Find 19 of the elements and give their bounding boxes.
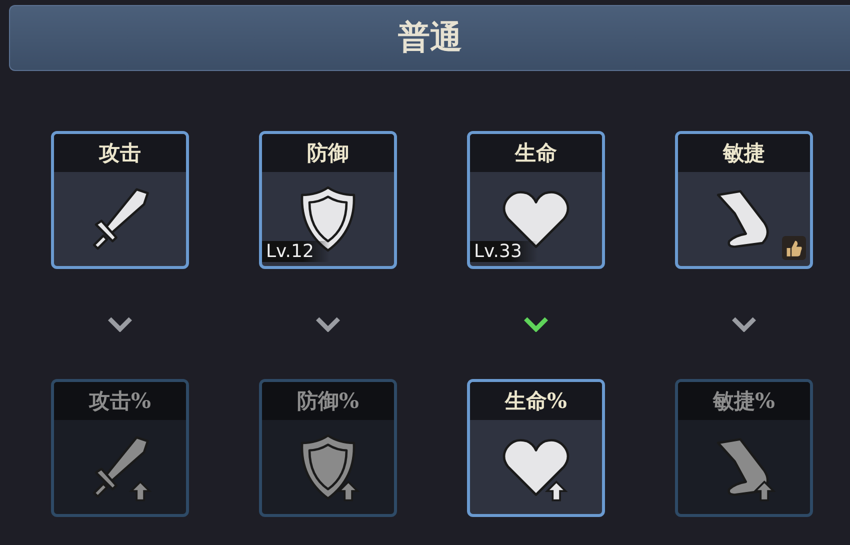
card-label: 防御% (297, 387, 359, 415)
skill-card[interactable]: 敏捷% (675, 379, 813, 517)
skill-card[interactable]: 生命% (467, 379, 605, 517)
skill-card[interactable]: 生命 Lv.33 (467, 131, 605, 269)
card-label: 敏捷 (723, 139, 765, 167)
skill-card[interactable]: 攻击 (51, 131, 189, 269)
card-label: 敏捷% (713, 387, 775, 415)
header-title: 普通 (398, 17, 462, 58)
level-label: Lv.12 (262, 241, 330, 262)
level-label: Lv.33 (470, 241, 538, 262)
skill-card[interactable]: 攻击% (51, 379, 189, 517)
card-label: 攻击% (89, 387, 151, 415)
card-label: 防御 (307, 139, 349, 167)
card-label: 攻击 (99, 139, 141, 167)
card-label: 生命% (505, 387, 567, 415)
skill-card[interactable]: 防御% (259, 379, 397, 517)
card-label: 生命 (515, 139, 557, 167)
skill-card[interactable]: 防御 Lv.12 (259, 131, 397, 269)
skill-card[interactable]: 敏捷 (675, 131, 813, 269)
